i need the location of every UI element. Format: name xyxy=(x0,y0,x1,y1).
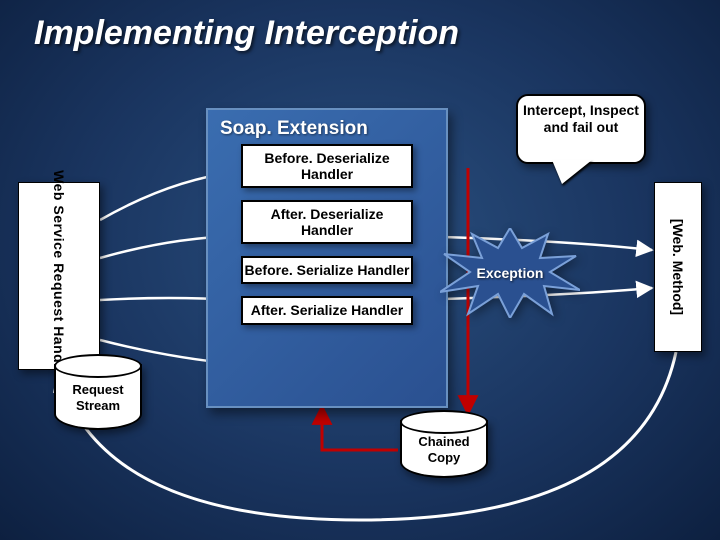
right-bar-label: [Web. Method] xyxy=(670,219,686,315)
web-service-request-handler-box: Web Service Request Handler xyxy=(18,182,100,370)
stage-before-serialize: Before. Serialize Handler xyxy=(241,256,413,284)
exception-label: Exception xyxy=(477,265,544,281)
stage-after-deserialize: After. Deserialize Handler xyxy=(241,200,413,244)
left-bar-label: Web Service Request Handler xyxy=(51,170,67,382)
web-method-box: [Web. Method] xyxy=(654,182,702,352)
stage-after-serialize: After. Serialize Handler xyxy=(241,296,413,324)
chained-copy-cylinder: Chained Copy xyxy=(400,420,488,478)
stage-before-deserialize: Before. Deserialize Handler xyxy=(241,144,413,188)
soap-extension-container: Soap. Extension Before. Deserialize Hand… xyxy=(206,108,448,408)
intercept-callout: Intercept, Inspect and fail out xyxy=(516,94,646,164)
exception-burst: Exception xyxy=(440,228,580,318)
soap-extension-title: Soap. Extension xyxy=(208,110,446,144)
slide-title: Implementing Interception xyxy=(34,14,459,53)
request-stream-cylinder: Request Stream xyxy=(54,364,142,430)
